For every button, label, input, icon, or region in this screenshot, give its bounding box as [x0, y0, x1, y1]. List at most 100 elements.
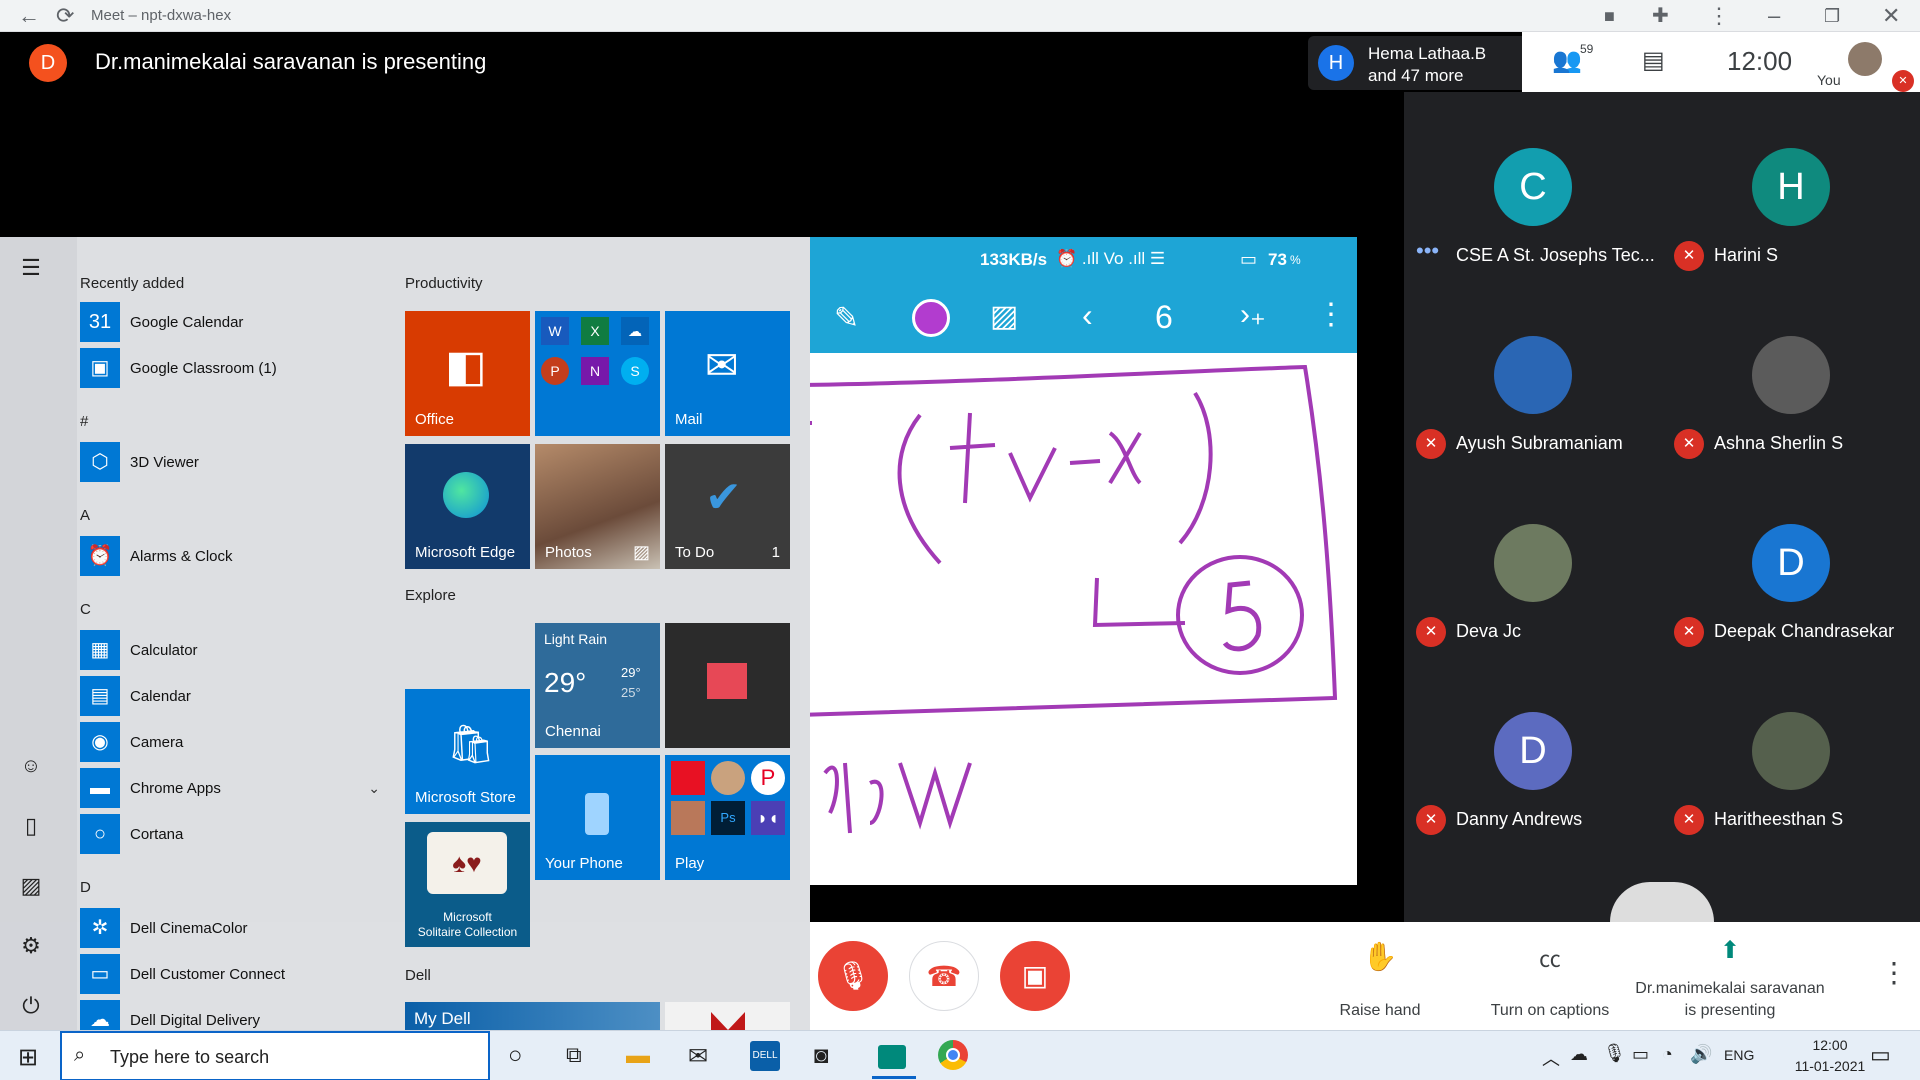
- tile-edge[interactable]: Microsoft Edge: [405, 444, 530, 569]
- chevron-down-icon[interactable]: ⌄: [368, 780, 380, 797]
- prev-page-icon[interactable]: ‹: [1082, 297, 1093, 334]
- tile-your-phone[interactable]: Your Phone: [535, 755, 660, 880]
- meet-taskbar-icon[interactable]: [872, 1039, 916, 1079]
- tile-office[interactable]: ◧ Office: [405, 311, 530, 436]
- taskbar-date[interactable]: 11-01-2021: [1790, 1058, 1870, 1074]
- hamburger-icon[interactable]: ☰: [0, 255, 62, 281]
- ink-word: [823, 762, 972, 834]
- battery-tray-icon[interactable]: ▭: [1632, 1044, 1649, 1065]
- search-placeholder: Type here to search: [110, 1047, 270, 1067]
- app-list-section-header[interactable]: C: [80, 580, 380, 628]
- camera-off-button[interactable]: ▣: [1000, 941, 1070, 1011]
- power-icon[interactable]: ⏻: [0, 993, 62, 1019]
- leave-call-button[interactable]: ☎: [909, 941, 979, 1011]
- app-list-item[interactable]: ⏰ Alarms & Clock: [80, 534, 380, 578]
- tray-overflow-icon[interactable]: ︿: [1542, 1045, 1560, 1071]
- self-preview-tile[interactable]: [1610, 882, 1714, 922]
- tile-news[interactable]: [665, 623, 790, 748]
- reload-icon[interactable]: ⟳: [56, 0, 74, 32]
- battery-level: 73: [1268, 250, 1287, 269]
- back-arrow-icon[interactable]: ←: [18, 0, 40, 32]
- participant-tile[interactable]: D ✕ Deepak Chandrasekar: [1662, 468, 1920, 656]
- browser-title-bar: ← ⟳ Meet – npt-dxwa-hex ■ ✚ ⋮ – ❐ ✕: [0, 0, 1920, 32]
- host-chip[interactable]: H Hema Lathaa.B and 47 more: [1308, 36, 1522, 90]
- close-window-icon[interactable]: ✕: [1882, 0, 1900, 32]
- tile-solitaire[interactable]: ♠♥ Microsoft Solitaire Collection: [405, 822, 530, 947]
- volume-tray-icon[interactable]: 🔊: [1690, 1044, 1712, 1065]
- cortana-circle-icon[interactable]: ○: [508, 1042, 523, 1070]
- tile-weather[interactable]: Light Rain 29° 29° 25° Chennai: [535, 623, 660, 748]
- mail-taskbar-icon[interactable]: ✉: [688, 1042, 708, 1071]
- file-explorer-icon[interactable]: ▬: [626, 1042, 650, 1070]
- tile-play[interactable]: P Ps ◗◖ Play: [665, 755, 790, 880]
- image-icon[interactable]: ▨: [990, 299, 1018, 334]
- mic-off-button[interactable]: 🎙: [818, 941, 888, 1011]
- self-avatar[interactable]: [1848, 42, 1882, 76]
- mic-tray-icon[interactable]: 🎙: [1603, 1043, 1626, 1064]
- notifications-icon[interactable]: ▭: [1870, 1042, 1891, 1068]
- app-list-item[interactable]: ▦ Calculator: [80, 628, 380, 672]
- tile-mydell[interactable]: My Dell: [405, 1002, 660, 1030]
- app-list-item[interactable]: ▣ Google Classroom (1): [80, 346, 380, 390]
- documents-icon[interactable]: ▯: [0, 813, 62, 839]
- maximize-icon[interactable]: ❐: [1824, 0, 1840, 32]
- participant-tile[interactable]: C ••• CSE A St. Josephs Tec...: [1404, 92, 1662, 280]
- ink-x: [1108, 431, 1142, 485]
- app-list-item[interactable]: ☁ Dell Digital Delivery: [80, 998, 380, 1030]
- app-list-section-header[interactable]: #: [80, 392, 380, 440]
- tile-mcafee[interactable]: [665, 1002, 790, 1030]
- raise-hand-button[interactable]: ✋ Raise hand: [1320, 940, 1440, 1020]
- app-list-section-header[interactable]: A: [80, 486, 380, 534]
- participant-tile[interactable]: ✕ Deva Jc: [1404, 468, 1662, 656]
- tile-store[interactable]: 🛍 Microsoft Store: [405, 689, 530, 814]
- chat-icon[interactable]: ▤: [1642, 46, 1665, 75]
- participant-tile[interactable]: ✕ Ayush Subramaniam: [1404, 280, 1662, 468]
- extensions-icon[interactable]: ✚: [1652, 0, 1669, 32]
- taskbar-time[interactable]: 12:00: [1790, 1037, 1870, 1053]
- you-label: You: [1817, 72, 1841, 88]
- user-avatar-icon[interactable]: ☺: [0, 755, 62, 778]
- captions-label: Turn on captions: [1490, 1002, 1610, 1019]
- participant-tile[interactable]: ✕ Haritheesthan S: [1662, 656, 1920, 844]
- app-list-section-header[interactable]: D: [80, 858, 380, 906]
- app-list-item[interactable]: ◉ Camera: [80, 720, 380, 764]
- participant-tile[interactable]: ✕ Ashna Sherlin S: [1662, 280, 1920, 468]
- tile-mail[interactable]: ✉ Mail: [665, 311, 790, 436]
- settings-icon[interactable]: ⚙: [0, 933, 62, 959]
- app-list-item[interactable]: 31 Google Calendar: [80, 300, 380, 344]
- minimize-icon[interactable]: –: [1768, 0, 1780, 32]
- chrome-taskbar-icon[interactable]: [938, 1040, 968, 1070]
- windows-start-icon[interactable]: ⊞: [18, 1043, 38, 1072]
- browser-menu-icon[interactable]: ⋮: [1708, 0, 1730, 32]
- pen-icon[interactable]: ✎: [834, 301, 859, 336]
- taskbar-search-box[interactable]: ⌕ Type here to search: [60, 1031, 490, 1080]
- app-list-item[interactable]: ✲ Dell CinemaColor: [80, 906, 380, 950]
- onedrive-tray-icon[interactable]: ☁: [1570, 1044, 1588, 1065]
- tile-photos[interactable]: Photos ▨: [535, 444, 660, 569]
- color-picker[interactable]: [912, 299, 950, 337]
- app-list-item[interactable]: ▬ Chrome Apps ⌄: [80, 766, 380, 810]
- language-indicator[interactable]: ENG: [1724, 1047, 1754, 1063]
- camera-taskbar-icon[interactable]: ◙: [814, 1042, 829, 1070]
- dell-taskbar-icon[interactable]: DELL: [750, 1041, 780, 1071]
- participant-tile[interactable]: H ✕ Harini S: [1662, 92, 1920, 280]
- app-list-item[interactable]: ▭ Dell Customer Connect: [80, 952, 380, 996]
- tile-office-apps[interactable]: W X ☁ P N S: [535, 311, 660, 436]
- next-page-add-icon[interactable]: ›₊: [1240, 297, 1266, 332]
- camera-indicator-icon[interactable]: ■: [1604, 0, 1615, 32]
- captions-button[interactable]: ㏄ Turn on captions: [1460, 940, 1640, 1020]
- task-view-icon[interactable]: ⧉: [566, 1042, 582, 1068]
- recently-added-header: Recently added: [80, 275, 185, 292]
- people-icon[interactable]: 👥: [1552, 46, 1582, 75]
- presenting-button[interactable]: ⬆ Dr.manimekalai saravanan is presenting: [1630, 936, 1830, 1026]
- overflow-menu-icon[interactable]: ⋮: [1316, 297, 1346, 332]
- wifi-tray-icon[interactable]: ◔: [1662, 1044, 1673, 1065]
- app-list-item[interactable]: ▤ Calendar: [80, 674, 380, 718]
- participant-tile[interactable]: D ✕ Danny Andrews: [1404, 656, 1662, 844]
- app-list-item[interactable]: ○ Cortana: [80, 812, 380, 856]
- app-list-item[interactable]: ⬡ 3D Viewer: [80, 440, 380, 484]
- tile-todo[interactable]: ✔ To Do 1: [665, 444, 790, 569]
- more-options-icon[interactable]: ⋮: [1880, 956, 1908, 989]
- participant-name: Haritheesthan S: [1714, 809, 1844, 829]
- pictures-icon[interactable]: ▨: [0, 873, 62, 899]
